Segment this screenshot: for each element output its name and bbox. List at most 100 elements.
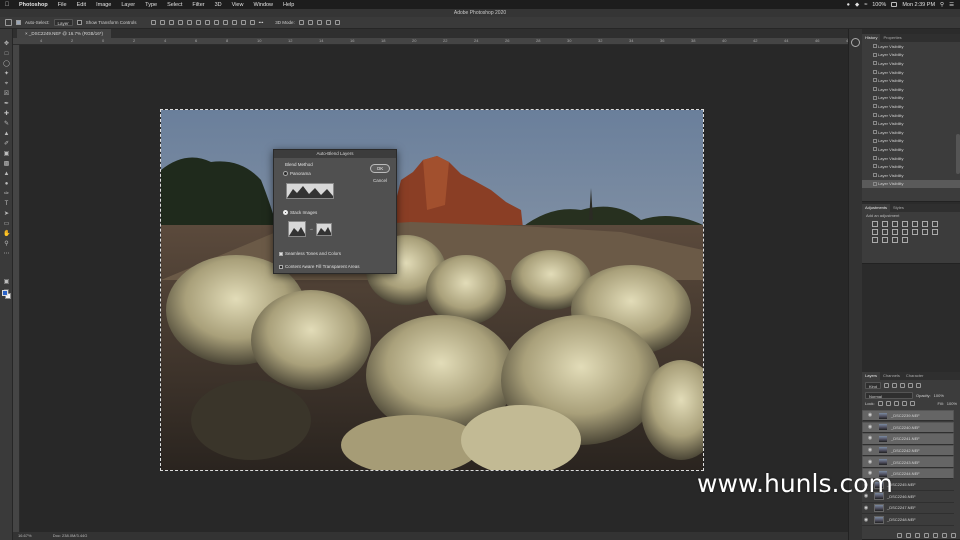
move-tool-icon[interactable]: ✥ bbox=[3, 41, 10, 47]
history-state[interactable]: Layer Visibility bbox=[862, 59, 960, 68]
tab-channels[interactable]: Channels bbox=[880, 372, 903, 380]
brightness-contrast-icon[interactable] bbox=[872, 221, 878, 227]
tab-adjustments[interactable]: Adjustments bbox=[862, 204, 891, 212]
dodge-tool-icon[interactable]: ● bbox=[3, 181, 10, 187]
layer-row[interactable]: ◉ _DSC2247.NEF bbox=[862, 503, 954, 515]
document-tab[interactable]: × _DSC2249.NEF @ 16.7% (RGB/16*) bbox=[17, 29, 112, 38]
visibility-eye-icon[interactable]: ◉ bbox=[866, 447, 874, 454]
3d-scale-icon[interactable] bbox=[334, 20, 340, 25]
visibility-eye-icon[interactable]: ◉ bbox=[866, 412, 874, 419]
filter-smart-object-icon[interactable] bbox=[916, 383, 922, 388]
horizontal-ruler[interactable]: 4 2 0 2 4 6 8 10 12 14 16 18 20 22 24 26 28 30 32 34 36 38 40 4… bbox=[13, 38, 848, 45]
fill-value[interactable]: 100% bbox=[947, 401, 957, 406]
layer-name[interactable]: _DSC2244.NEF bbox=[891, 470, 920, 477]
layer-thumbnail[interactable] bbox=[878, 423, 888, 432]
layer-name[interactable]: _DSC2248.NEF bbox=[887, 517, 916, 522]
edit-toolbar-icon[interactable]: ⋯ bbox=[3, 251, 10, 257]
distribute-left-icon[interactable] bbox=[231, 20, 237, 25]
menu-item-edit[interactable]: Edit bbox=[72, 2, 91, 8]
layer-name[interactable]: _DSC2243.NEF bbox=[891, 459, 920, 466]
zoom-tool-icon[interactable]: ⚲ bbox=[3, 241, 10, 247]
apple-menu-icon[interactable]:  bbox=[0, 2, 14, 8]
marquee-tool-icon[interactable]: □ bbox=[3, 51, 10, 57]
menu-item-window[interactable]: Window bbox=[248, 2, 278, 8]
3d-slide-icon[interactable] bbox=[325, 20, 331, 25]
quick-select-tool-icon[interactable]: ✦ bbox=[3, 71, 10, 77]
pen-tool-icon[interactable]: ✑ bbox=[3, 191, 10, 197]
tab-character[interactable]: Character bbox=[903, 372, 927, 380]
align-center-icon[interactable] bbox=[159, 20, 165, 25]
kind-filter-dropdown[interactable]: Kind bbox=[865, 382, 882, 389]
vibrance-icon[interactable] bbox=[912, 221, 918, 227]
notification-center-icon[interactable]: ☰ bbox=[949, 2, 954, 8]
opacity-value[interactable]: 100% bbox=[934, 393, 944, 398]
hue-saturation-icon[interactable] bbox=[872, 229, 878, 235]
distribute-center-icon[interactable] bbox=[240, 20, 246, 25]
layer-thumbnail[interactable] bbox=[878, 411, 888, 420]
canvas-area[interactable] bbox=[20, 45, 848, 532]
vertical-ruler[interactable] bbox=[13, 45, 20, 532]
hand-tool-icon[interactable]: ✋ bbox=[3, 231, 10, 237]
trash-icon[interactable] bbox=[951, 532, 956, 538]
layer-row[interactable]: ◉ _DSC2243.NEF bbox=[862, 456, 954, 468]
search-icon[interactable]: ⚲ bbox=[940, 2, 944, 8]
history-state[interactable]: Layer Visibility bbox=[862, 162, 960, 171]
move-tool-preset-icon[interactable] bbox=[5, 19, 12, 26]
crop-tool-icon[interactable]: ⌖ bbox=[3, 81, 10, 87]
eyedropper-tool-icon[interactable]: ✒ bbox=[3, 101, 10, 107]
menu-item-help[interactable]: Help bbox=[278, 2, 299, 8]
cancel-button[interactable]: Cancel bbox=[370, 177, 390, 185]
blur-tool-icon[interactable]: ▲ bbox=[3, 171, 10, 177]
history-state[interactable]: Layer Visibility bbox=[862, 171, 960, 180]
posterize-icon[interactable] bbox=[872, 237, 878, 243]
layer-thumbnail[interactable] bbox=[874, 515, 884, 524]
history-state[interactable]: Layer Visibility bbox=[862, 145, 960, 154]
filter-type-icon[interactable] bbox=[900, 383, 906, 388]
show-transform-checkbox[interactable] bbox=[76, 20, 82, 25]
layer-row[interactable]: ◉ _DSC2241.NEF bbox=[862, 433, 954, 445]
visibility-eye-icon[interactable]: ◉ bbox=[862, 505, 870, 511]
auto-select-checkbox[interactable] bbox=[16, 20, 21, 25]
align-bottom-icon[interactable] bbox=[195, 20, 201, 25]
link-layers-icon[interactable] bbox=[897, 532, 902, 538]
layer-thumbnail[interactable] bbox=[878, 434, 888, 443]
creative-cloud-icon[interactable]: ● bbox=[847, 2, 850, 8]
zoom-level[interactable]: 16.67% bbox=[18, 533, 32, 538]
panorama-label[interactable]: Panorama bbox=[290, 171, 311, 176]
tab-styles[interactable]: Styles bbox=[890, 204, 907, 212]
history-state[interactable]: Layer Visibility bbox=[862, 94, 960, 103]
filter-adjustment-icon[interactable] bbox=[892, 383, 898, 388]
content-aware-label[interactable]: Content Aware Fill Transparent Areas bbox=[285, 264, 359, 269]
wifi-icon[interactable]: ≈ bbox=[864, 2, 867, 8]
menu-item-photoshop[interactable]: Photoshop bbox=[14, 2, 53, 8]
history-state[interactable]: Layer Visibility bbox=[862, 42, 960, 51]
history-panel-icon[interactable] bbox=[851, 38, 860, 47]
history-state[interactable]: Layer Visibility bbox=[862, 102, 960, 111]
menu-item-image[interactable]: Image bbox=[91, 2, 116, 8]
quick-mask-icon[interactable]: ▣ bbox=[3, 279, 10, 285]
content-aware-checkbox[interactable] bbox=[279, 265, 283, 269]
layer-row[interactable]: ◉ _DSC2239.NEF bbox=[862, 410, 954, 422]
invert-icon[interactable] bbox=[932, 229, 938, 235]
history-state[interactable]: Layer Visibility bbox=[862, 154, 960, 163]
menu-item-type[interactable]: Type bbox=[140, 2, 162, 8]
3d-roll-icon[interactable] bbox=[307, 20, 313, 25]
distribute-top-icon[interactable] bbox=[204, 20, 210, 25]
menu-item-view[interactable]: View bbox=[227, 2, 249, 8]
layer-thumbnail[interactable] bbox=[878, 458, 888, 467]
distribute-right-icon[interactable] bbox=[249, 20, 255, 25]
lock-all-icon[interactable] bbox=[909, 401, 915, 406]
foreground-color-swatch[interactable] bbox=[2, 290, 8, 296]
ok-button[interactable]: OK bbox=[370, 164, 390, 173]
lasso-tool-icon[interactable]: ◯ bbox=[3, 61, 10, 67]
path-selection-tool-icon[interactable]: ➤ bbox=[3, 211, 10, 217]
brush-tool-icon[interactable]: ✎ bbox=[3, 121, 10, 127]
gradient-tool-icon[interactable]: ▩ bbox=[3, 161, 10, 167]
3d-drag-icon[interactable] bbox=[316, 20, 322, 25]
history-brush-tool-icon[interactable]: ✐ bbox=[3, 141, 10, 147]
solid-color-icon[interactable] bbox=[902, 237, 908, 243]
history-state[interactable]: Layer Visibility bbox=[862, 111, 960, 120]
new-layer-icon[interactable] bbox=[942, 532, 947, 538]
history-state[interactable]: Layer Visibility bbox=[862, 128, 960, 137]
auto-select-dropdown[interactable]: Layer bbox=[53, 19, 73, 26]
